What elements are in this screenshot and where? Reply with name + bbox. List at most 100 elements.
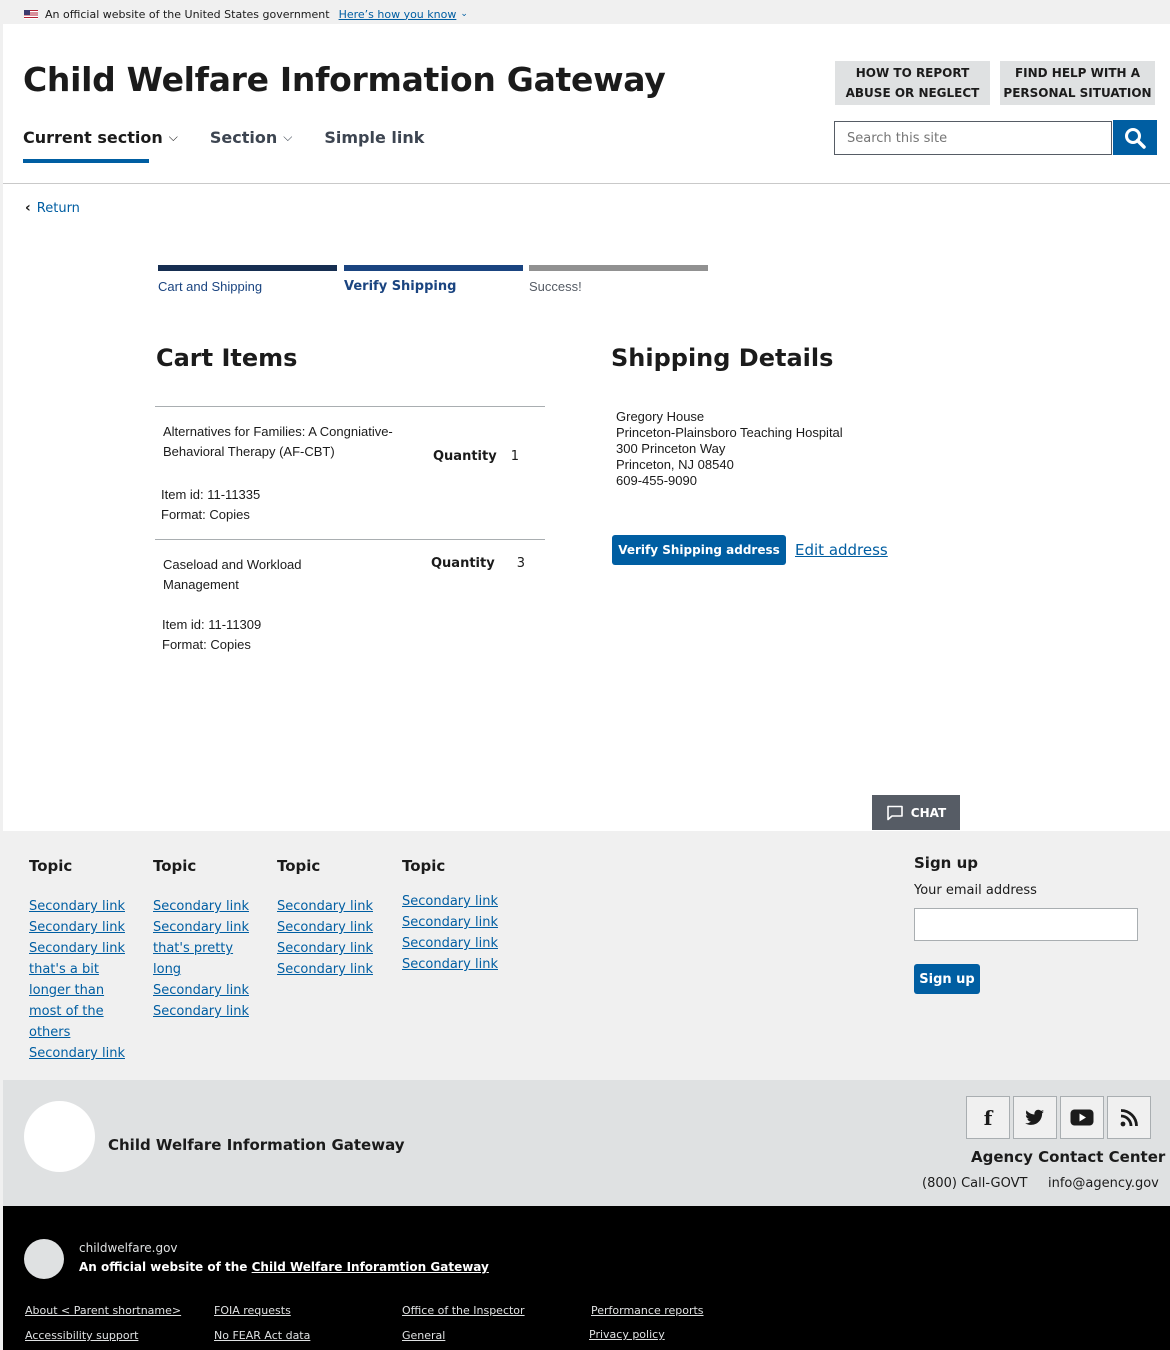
secondary-link[interactable]: Secondary link	[153, 980, 265, 1001]
find-help-label: FIND HELP WITH A PERSONAL SITUATION	[1003, 66, 1152, 100]
chevron-down-icon: ⌵	[283, 130, 293, 144]
official-prefix: An official website of the	[79, 1260, 248, 1274]
gov-banner-text: An official website of the United States…	[45, 7, 330, 21]
cart-item-title: Caseload and Workload Management	[163, 557, 302, 592]
secondary-link[interactable]: Secondary link	[277, 938, 389, 959]
facebook-icon[interactable]: f	[966, 1096, 1010, 1139]
topic-heading: Topic	[29, 857, 73, 875]
secondary-link[interactable]: Secondary link	[402, 912, 514, 933]
verify-shipping-button[interactable]: Verify Shipping address	[612, 535, 786, 565]
contact-email[interactable]: info@agency.gov	[1048, 1176, 1159, 1191]
quantity-value: 3	[516, 556, 525, 571]
cart-heading: Cart Items	[156, 344, 298, 372]
footer-link-performance[interactable]: Performance reports	[591, 1304, 704, 1317]
secondary-link[interactable]: Secondary link	[29, 917, 141, 938]
secondary-link[interactable]: Secondary link that's a bit longer than …	[29, 938, 129, 1043]
chevron-down-icon: ⌵	[168, 130, 178, 144]
secondary-link[interactable]: Secondary link	[277, 896, 389, 917]
return-label[interactable]: Return	[37, 201, 80, 216]
footer-topic-column: Topic Secondary link Secondary link Seco…	[29, 857, 141, 1064]
secondary-link[interactable]: Secondary link	[153, 896, 265, 917]
cart-item-format: Format: Copies	[162, 637, 251, 652]
nav-section[interactable]: Section ⌵	[210, 128, 292, 147]
footer-topic-column: Topic Secondary link Secondary link Seco…	[277, 857, 389, 980]
footer-topic-column: Topic Secondary link Secondary link Seco…	[402, 857, 514, 975]
twitter-icon[interactable]	[1013, 1096, 1057, 1139]
find-help-button[interactable]: FIND HELP WITH A PERSONAL SITUATION	[1000, 61, 1155, 105]
signup-button[interactable]: Sign up	[914, 964, 980, 994]
step-bar	[344, 265, 523, 271]
footer-link-no-fear[interactable]: No FEAR Act data	[214, 1329, 310, 1342]
chat-button[interactable]: CHAT	[872, 795, 960, 830]
cart-item-quantity: Quantity 1	[433, 449, 519, 464]
footer-link-about[interactable]: About < Parent shortname>	[25, 1304, 181, 1317]
gov-banner: An official website of the United States…	[3, 4, 1170, 24]
search-icon	[1125, 127, 1146, 149]
chat-label: CHAT	[910, 805, 947, 820]
shipping-address: Gregory House Princeton-Plainsboro Teach…	[616, 409, 843, 489]
step-verify-shipping: Verify Shipping	[344, 265, 523, 294]
search-input[interactable]	[834, 121, 1112, 155]
footer-link-accessibility[interactable]: Accessibility support	[25, 1329, 138, 1342]
step-bar	[158, 265, 337, 271]
signup-heading: Sign up	[914, 854, 978, 872]
current-section-indicator	[23, 159, 149, 163]
secondary-link[interactable]: Secondary link	[29, 1043, 141, 1064]
quantity-value: 1	[510, 449, 519, 464]
secondary-link[interactable]: Secondary link that's pretty long	[153, 917, 253, 980]
nav-simple-link[interactable]: Simple link	[324, 128, 424, 147]
email-label: Your email address	[914, 883, 1037, 898]
footer-topic-column: Topic Secondary link Secondary link that…	[153, 857, 265, 1022]
official-gateway-link[interactable]: Child Welfare Inforamtion Gateway	[252, 1260, 489, 1274]
youtube-icon[interactable]	[1060, 1096, 1104, 1139]
cart-item-id: Item id: 11-11309	[162, 617, 262, 632]
address-line: 609-455-9090	[616, 473, 697, 488]
step-label: Success!	[529, 279, 582, 294]
rss-icon[interactable]	[1107, 1096, 1151, 1139]
return-link[interactable]: ‹ Return	[25, 200, 80, 216]
nav-current-section[interactable]: Current section ⌵	[23, 128, 178, 147]
primary-nav: Current section ⌵ Section ⌵ Simple link	[23, 128, 456, 147]
secondary-link[interactable]: Secondary link	[277, 959, 389, 980]
topic-heading: Topic	[153, 857, 197, 875]
chevron-down-icon[interactable]: ⌄	[460, 9, 468, 19]
secondary-link[interactable]: Secondary link	[277, 917, 389, 938]
secondary-link[interactable]: Secondary link	[29, 896, 141, 917]
shipping-heading: Shipping Details	[611, 344, 834, 372]
contact-phone[interactable]: (800) Call-GOVT	[922, 1176, 1027, 1191]
footer-links-section: Topic Secondary link Secondary link Seco…	[3, 831, 1170, 1080]
identifier-logo	[24, 1239, 64, 1279]
search-button[interactable]	[1113, 120, 1157, 155]
contact-center-heading: Agency Contact Center	[971, 1148, 1166, 1166]
how-to-report-label: HOW TO REPORT ABUSE OR NEGLECT	[845, 66, 980, 100]
cart-item-quantity: Quantity 3	[431, 556, 525, 571]
header-divider	[3, 183, 1170, 184]
step-label: Cart and Shipping	[158, 279, 263, 294]
how-you-know-link[interactable]: Here’s how you know	[339, 8, 457, 21]
footer-link-privacy[interactable]: Privacy policy	[589, 1328, 665, 1341]
cart-item-format: Format: Copies	[161, 507, 250, 522]
quantity-label: Quantity	[433, 449, 497, 464]
footer-site-name: Child Welfare Information Gateway	[108, 1136, 405, 1154]
chat-bubble-icon	[886, 805, 903, 820]
secondary-link[interactable]: Secondary link	[402, 891, 514, 912]
step-success: Success!	[529, 265, 708, 294]
how-to-report-button[interactable]: HOW TO REPORT ABUSE OR NEGLECT	[835, 61, 990, 105]
step-bar	[529, 265, 708, 271]
site-title[interactable]: Child Welfare Information Gateway	[23, 60, 666, 99]
footer-identity: Child Welfare Information Gateway f Agen…	[3, 1080, 1170, 1206]
email-field[interactable]	[914, 908, 1138, 941]
secondary-link[interactable]: Secondary link	[153, 1001, 265, 1022]
topic-heading: Topic	[277, 857, 321, 875]
secondary-link[interactable]: Secondary link	[402, 933, 514, 954]
edit-address-link[interactable]: Edit address	[795, 541, 888, 559]
us-flag-icon	[24, 9, 38, 19]
quantity-label: Quantity	[431, 556, 495, 571]
footer-link-foia[interactable]: FOIA requests	[214, 1304, 291, 1317]
topic-heading: Topic	[402, 857, 446, 875]
address-line: Princeton, NJ 08540	[616, 457, 734, 472]
secondary-link[interactable]: Secondary link	[402, 954, 514, 975]
cart-item-title: Alternatives for Families: A Congniative…	[163, 424, 393, 459]
footer-link-inspector[interactable]: Office of the Inspector	[402, 1304, 525, 1317]
footer-link-inspector-general[interactable]: General	[402, 1329, 445, 1342]
